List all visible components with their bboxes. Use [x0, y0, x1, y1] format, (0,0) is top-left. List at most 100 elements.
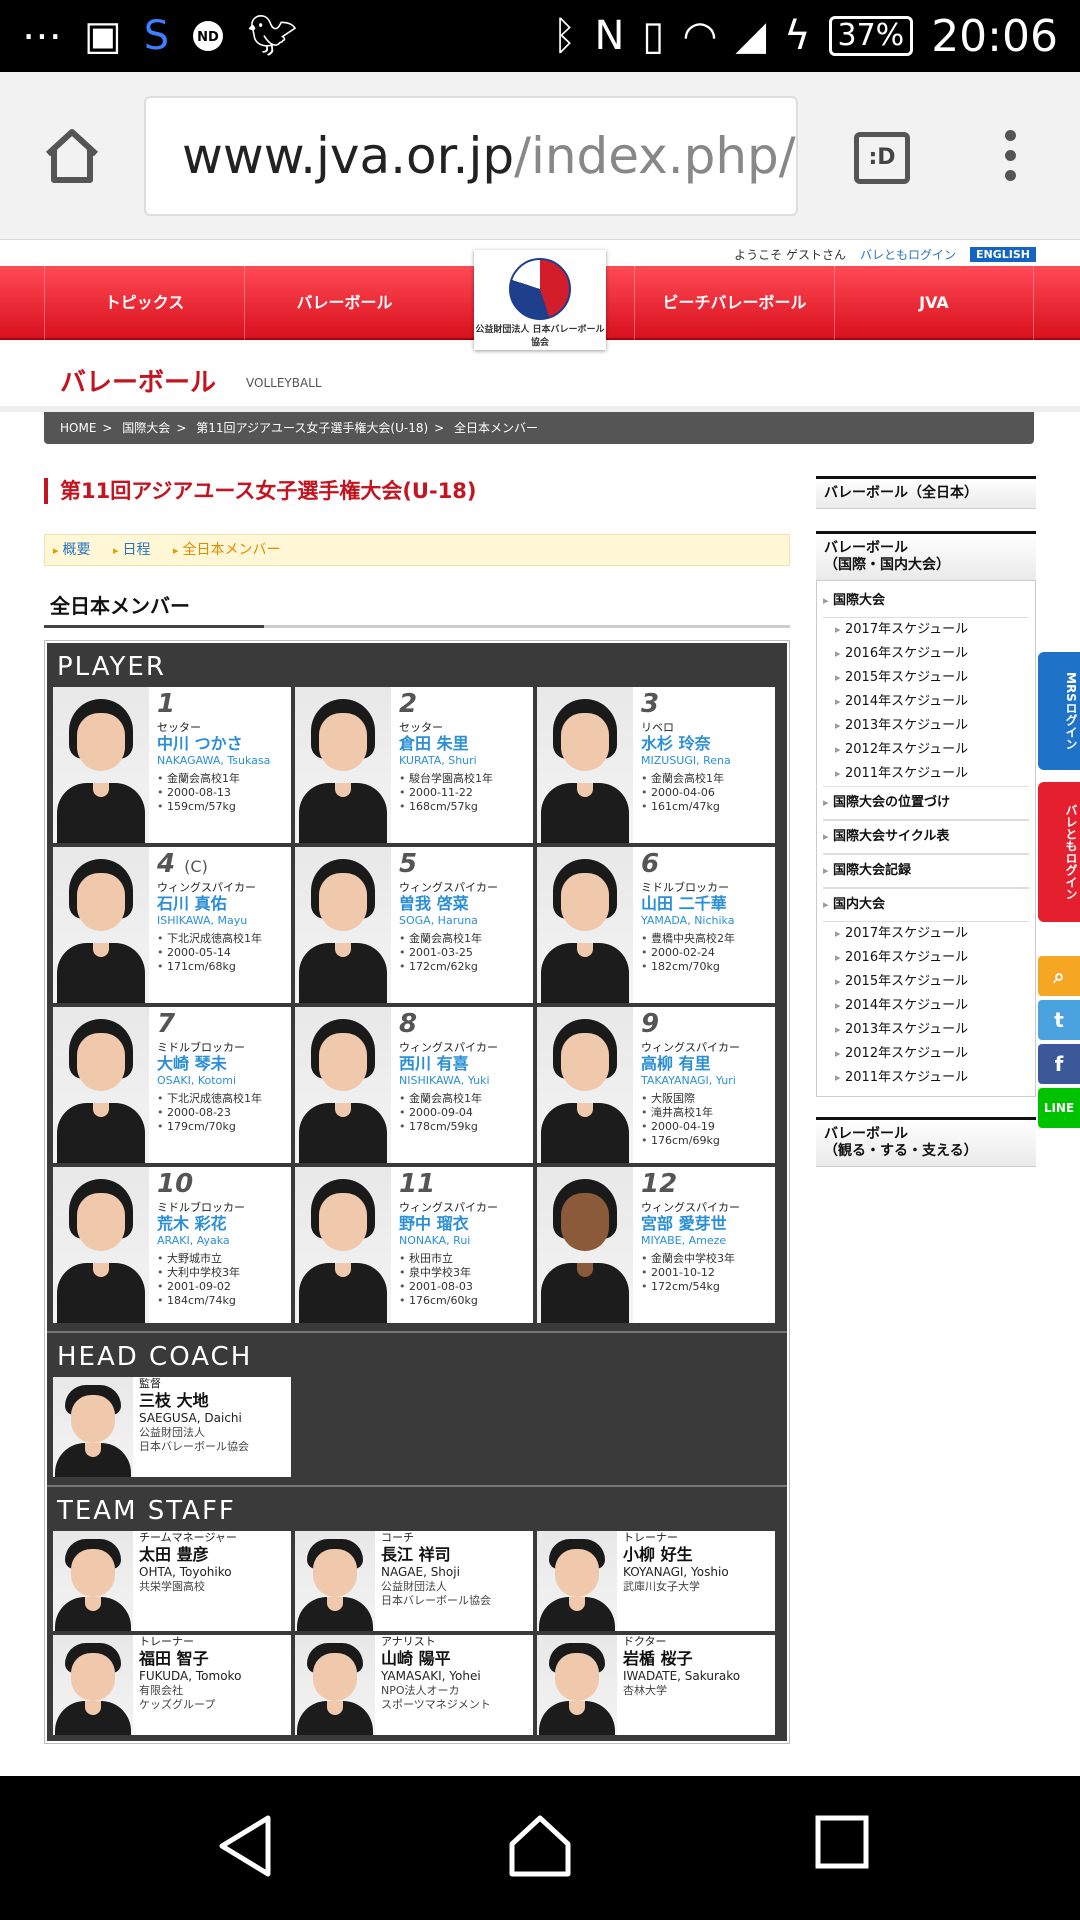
player-detail: 182cm/70kg [641, 960, 771, 974]
player-name[interactable]: 水杉 玲奈 [641, 734, 771, 754]
mrs-login-tab[interactable]: MRSログイン [1038, 652, 1080, 770]
player-position: ミドルブロッカー [157, 1041, 245, 1054]
player-number: 12 [641, 1169, 771, 1202]
player-card[interactable]: 5 ウィングスパイカー 曽我 啓菜 SOGA, Haruna 金蘭会高校1年20… [295, 847, 533, 1003]
player-card[interactable]: 7 ミドルブロッカー 大崎 琴未 OSAKI, Kotomi 下北沢成徳高校1年… [53, 1007, 291, 1163]
sidebar-intl-schedule[interactable]: 2017年スケジュール [823, 618, 1029, 642]
nav-beach-volleyball[interactable]: ビーチバレーボール [634, 266, 834, 340]
sidebar-intl-schedule[interactable]: 2014年スケジュール [823, 690, 1029, 714]
twitter-share-icon[interactable]: t [1038, 1000, 1080, 1040]
subnav-members[interactable]: 全日本メンバー [173, 542, 281, 558]
player-name[interactable]: 西川 有喜 [399, 1054, 529, 1074]
player-card[interactable]: 9 ウィングスパイカー 高柳 有里 TAKAYANAGI, Yuri 大阪国際滝… [537, 1007, 775, 1163]
player-card[interactable]: 8 ウィングスパイカー 西川 有喜 NISHIKAWA, Yuki 金蘭会高校1… [295, 1007, 533, 1163]
coach-card[interactable]: 監督 三枝 大地 SAEGUSA, Daichi 公益財団法人 日本バレーボール… [53, 1377, 291, 1477]
player-detail: 168cm/57kg [399, 800, 529, 814]
sidebar-dom-schedule[interactable]: 2015年スケジュール [823, 970, 1029, 994]
player-name[interactable]: 山田 二千華 [641, 894, 771, 914]
player-name[interactable]: 中川 つかさ [157, 734, 287, 754]
player-name[interactable]: 荒木 彩花 [157, 1214, 287, 1234]
staff-name: 長江 祥司 [381, 1545, 451, 1564]
url-bar[interactable]: www.jva.or.jp/index.php/ [144, 96, 798, 216]
breadcrumb-event[interactable]: 第11回アジアユース女子選手権大会(U-18) [196, 421, 428, 435]
player-card[interactable]: 4 (C) ウィングスパイカー 石川 真佑 ISHIKAWA, Mayu 下北沢… [53, 847, 291, 1003]
sidebar-dom-schedule[interactable]: 2011年スケジュール [823, 1066, 1029, 1090]
url-path: /index.php/ [514, 127, 796, 185]
sidebar-national-team[interactable]: バレーボール（全日本） [816, 476, 1036, 509]
search-icon[interactable]: ⌕ [1038, 956, 1080, 996]
staff-card[interactable]: トレーナー 福田 智子 FUKUDA, Tomoko 有限会社 ケッズグループ [53, 1635, 291, 1735]
sidebar-dom-schedule[interactable]: 2014年スケジュール [823, 994, 1029, 1018]
tab-switcher-button[interactable]: :D [854, 132, 910, 184]
player-number-value: 9 [641, 1009, 660, 1039]
valetomo-login-tab[interactable]: バレともログイン [1038, 782, 1080, 922]
staff-card[interactable]: チームマネージャー 太田 豊彦 OHTA, Toyohiko 共栄学園高校 [53, 1531, 291, 1631]
player-name[interactable]: 大崎 琴未 [157, 1054, 287, 1074]
sidebar-link[interactable]: 国際大会記録 [823, 854, 1029, 888]
line-share-icon[interactable]: LINE [1038, 1088, 1080, 1128]
player-name[interactable]: 曽我 啓菜 [399, 894, 529, 914]
sidebar-dom-schedule[interactable]: 2013年スケジュール [823, 1018, 1029, 1042]
sidebar-tournaments-header[interactable]: バレーボール （国際・国内大会） [816, 531, 1036, 581]
staff-card[interactable]: ドクター 岩楯 桜子 IWADATE, Sakurako 杏林大学 [537, 1635, 775, 1735]
breadcrumb-international[interactable]: 国際大会 [122, 421, 170, 435]
player-detail: 秋田市立 [399, 1252, 529, 1266]
jva-logo[interactable]: 公益財団法人 日本バレーボール協会 [474, 250, 606, 350]
sidebar-intl-schedule[interactable]: 2016年スケジュール [823, 642, 1029, 666]
player-photo [53, 847, 149, 1003]
sidebar-intl-schedule[interactable]: 2012年スケジュール [823, 738, 1029, 762]
sidebar-intl-schedule[interactable]: 2011年スケジュール [823, 762, 1029, 786]
nav-topics[interactable]: トピックス [44, 266, 244, 340]
event-title: 第11回アジアユース女子選手権大会(U-18) [44, 478, 790, 504]
browser-menu-button[interactable] [1000, 130, 1020, 190]
player-detail: 172cm/62kg [399, 960, 529, 974]
player-card[interactable]: 6 ミドルブロッカー 山田 二千華 YAMADA, Nichika 豊橋中央高校… [537, 847, 775, 1003]
staff-photo [537, 1635, 617, 1735]
sidebar-domestic[interactable]: 国内大会 [823, 888, 1029, 922]
nav-volleyball[interactable]: バレーボール [244, 266, 444, 340]
player-card[interactable]: 12 ウィングスパイカー 宮部 愛芽世 MIYABE, Ameze 金蘭会中学校… [537, 1167, 775, 1323]
player-card[interactable]: 11 ウィングスパイカー 野中 瑠衣 NONAKA, Rui 秋田市立泉中学校3… [295, 1167, 533, 1323]
sidebar-dom-schedule[interactable]: 2016年スケジュール [823, 946, 1029, 970]
player-photo [295, 1007, 391, 1163]
staff-card[interactable]: トレーナー 小柳 好生 KOYANAGI, Yoshio 武庫川女子大学 [537, 1531, 775, 1631]
player-photo [53, 1167, 149, 1323]
recents-icon [815, 1815, 869, 1869]
sidebar-intl-schedule[interactable]: 2013年スケジュール [823, 714, 1029, 738]
signal-icon: ◢ [735, 13, 767, 59]
player-card[interactable]: 3 リベロ 水杉 玲奈 MIZUSUGI, Rena 金蘭会高校1年2000-0… [537, 687, 775, 843]
breadcrumb-home[interactable]: HOME [60, 421, 96, 435]
player-name[interactable]: 宮部 愛芽世 [641, 1214, 771, 1234]
player-card[interactable]: 2 セッター 倉田 朱里 KURATA, Shuri 駿台学園高校1年2000-… [295, 687, 533, 843]
twitter-icon: 🐦︎ [247, 13, 298, 59]
bluetooth-icon: ᛒ [552, 13, 577, 59]
staff-card[interactable]: コーチ 長江 祥司 NAGAE, Shoji 公益財団法人 日本バレーボール協会 [295, 1531, 533, 1631]
back-button[interactable] [214, 1812, 274, 1884]
valetomo-login-link[interactable]: バレともログイン [860, 246, 956, 263]
player-detail: 176cm/60kg [399, 1294, 529, 1308]
player-name[interactable]: 高柳 有里 [641, 1054, 771, 1074]
player-card[interactable]: 1 セッター 中川 つかさ NAKAGAWA, Tsukasa 金蘭会高校1年2… [53, 687, 291, 843]
sidebar-dom-schedule[interactable]: 2017年スケジュール [823, 922, 1029, 946]
nav-jva[interactable]: JVA [834, 266, 1034, 340]
staff-card[interactable]: アナリスト 山崎 陽平 YAMASAKI, Yohei NPO法人オーカ スポー… [295, 1635, 533, 1735]
player-name[interactable]: 野中 瑠衣 [399, 1214, 529, 1234]
sidebar-intl-schedule[interactable]: 2015年スケジュール [823, 666, 1029, 690]
staff-role: トレーナー [623, 1531, 678, 1544]
player-photo [537, 1167, 633, 1323]
player-name[interactable]: 石川 真佑 [157, 894, 287, 914]
subnav-schedule[interactable]: 日程 [113, 542, 151, 558]
sidebar-international[interactable]: 国際大会 [823, 585, 1029, 618]
sidebar-dom-schedule[interactable]: 2012年スケジュール [823, 1042, 1029, 1066]
home-nav-button[interactable] [508, 1812, 572, 1884]
english-link[interactable]: ENGLISH [970, 247, 1036, 262]
player-name[interactable]: 倉田 朱里 [399, 734, 529, 754]
sidebar-link[interactable]: 国際大会の位置づけ [823, 786, 1029, 820]
recents-button[interactable] [814, 1812, 870, 1876]
subnav-overview[interactable]: 概要 [53, 542, 91, 558]
facebook-share-icon[interactable]: f [1038, 1044, 1080, 1084]
sidebar-link[interactable]: 国際大会サイクル表 [823, 820, 1029, 854]
player-card[interactable]: 10 ミドルブロッカー 荒木 彩花 ARAKI, Ayaka 大野城市立大利中学… [53, 1167, 291, 1323]
sidebar-watch-play-support[interactable]: バレーボール （観る・する・支える） [816, 1117, 1036, 1167]
home-button[interactable] [40, 124, 104, 188]
